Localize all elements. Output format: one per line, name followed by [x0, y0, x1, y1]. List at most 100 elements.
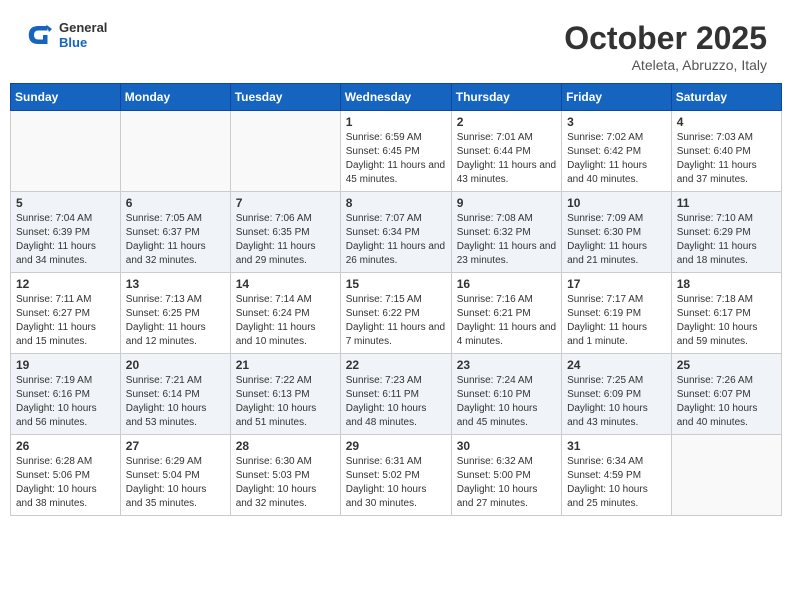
weekday-header: Saturday — [671, 84, 781, 111]
day-number: 29 — [346, 439, 446, 453]
calendar-day-cell: 13Sunrise: 7:13 AM Sunset: 6:25 PM Dayli… — [120, 273, 230, 354]
day-number: 28 — [236, 439, 335, 453]
day-number: 9 — [457, 196, 556, 210]
calendar-day-cell: 23 Sunrise: 7:24 AM Sunset: 6:10 PM Dayli… — [451, 354, 561, 435]
calendar-week-row: 26Sunrise: 6:28 AM Sunset: 5:06 PM Dayli… — [11, 435, 782, 516]
day-info: Sunrise: 7:19 AM Sunset: 6:16 PM Dayligh… — [16, 374, 115, 430]
day-number: 15 — [346, 277, 446, 291]
calendar-day-cell: 5 Sunrise: 7:04 AM Sunset: 6:39 PM Daylig… — [11, 192, 121, 273]
day-info: Sunrise: 7:03 AM Sunset: 6:40 PM Dayligh… — [677, 131, 776, 187]
weekday-header: Wednesday — [340, 84, 451, 111]
day-number: 14 — [236, 277, 335, 291]
day-info: Sunrise: 7:18 AM Sunset: 6:17 PM Dayligh… — [677, 293, 776, 349]
calendar-day-cell — [120, 111, 230, 192]
calendar-day-cell: 26Sunrise: 6:28 AM Sunset: 5:06 PM Dayli… — [11, 435, 121, 516]
day-info: Sunrise: 7:25 AM Sunset: 6:09 PM Dayligh… — [567, 374, 666, 430]
calendar-day-cell: 10 Sunrise: 7:09 AM Sunset: 6:30 PM Dayli… — [562, 192, 672, 273]
logo-text: General Blue — [59, 20, 107, 50]
calendar-week-row: 12Sunrise: 7:11 AM Sunset: 6:27 PM Dayli… — [11, 273, 782, 354]
day-info: Sunrise: 7:10 AM Sunset: 6:29 PM Dayligh… — [677, 212, 776, 268]
calendar-day-cell — [230, 111, 340, 192]
month-title: October 2025 — [564, 20, 767, 57]
day-info: Sunrise: 7:15 AM Sunset: 6:22 PM Dayligh… — [346, 293, 446, 349]
day-info: Sunrise: 6:29 AM Sunset: 5:04 PM Dayligh… — [126, 455, 225, 511]
title-block: October 2025 Ateleta, Abruzzo, Italy — [564, 20, 767, 73]
calendar-day-cell: 24Sunrise: 7:25 AM Sunset: 6:09 PM Dayli… — [562, 354, 672, 435]
day-info: Sunrise: 6:32 AM Sunset: 5:00 PM Dayligh… — [457, 455, 556, 511]
day-info: Sunrise: 6:59 AM Sunset: 6:45 PM Dayligh… — [346, 131, 446, 187]
calendar-body: 1 Sunrise: 6:59 AM Sunset: 6:45 PM Daylig… — [11, 111, 782, 516]
calendar-day-cell: 18Sunrise: 7:18 AM Sunset: 6:17 PM Dayli… — [671, 273, 781, 354]
day-info: Sunrise: 7:14 AM Sunset: 6:24 PM Dayligh… — [236, 293, 335, 349]
calendar-day-cell: 17Sunrise: 7:17 AM Sunset: 6:19 PM Dayli… — [562, 273, 672, 354]
day-number: 19 — [16, 358, 115, 372]
day-info: Sunrise: 7:21 AM Sunset: 6:14 PM Dayligh… — [126, 374, 225, 430]
weekday-header: Sunday — [11, 84, 121, 111]
day-number: 7 — [236, 196, 335, 210]
logo-general-text: General — [59, 20, 107, 35]
day-info: Sunrise: 6:31 AM Sunset: 5:02 PM Dayligh… — [346, 455, 446, 511]
calendar-day-cell: 9 Sunrise: 7:08 AM Sunset: 6:32 PM Daylig… — [451, 192, 561, 273]
day-info: Sunrise: 7:17 AM Sunset: 6:19 PM Dayligh… — [567, 293, 666, 349]
logo-icon — [25, 20, 55, 50]
calendar-table: SundayMondayTuesdayWednesdayThursdayFrid… — [10, 83, 782, 516]
calendar-day-cell: 31Sunrise: 6:34 AM Sunset: 4:59 PM Dayli… — [562, 435, 672, 516]
day-number: 4 — [677, 115, 776, 129]
day-info: Sunrise: 6:30 AM Sunset: 5:03 PM Dayligh… — [236, 455, 335, 511]
calendar-day-cell: 21Sunrise: 7:22 AM Sunset: 6:13 PM Dayli… — [230, 354, 340, 435]
logo: General Blue — [25, 20, 107, 50]
calendar-day-cell: 20 Sunrise: 7:21 AM Sunset: 6:14 PM Dayli… — [120, 354, 230, 435]
day-info: Sunrise: 7:26 AM Sunset: 6:07 PM Dayligh… — [677, 374, 776, 430]
calendar-day-cell: 22 Sunrise: 7:23 AM Sunset: 6:11 PM Dayli… — [340, 354, 451, 435]
day-info: Sunrise: 7:09 AM Sunset: 6:30 PM Dayligh… — [567, 212, 666, 268]
day-number: 22 — [346, 358, 446, 372]
calendar-day-cell: 28 Sunrise: 6:30 AM Sunset: 5:03 PM Dayli… — [230, 435, 340, 516]
day-number: 10 — [567, 196, 666, 210]
calendar-day-cell: 12Sunrise: 7:11 AM Sunset: 6:27 PM Dayli… — [11, 273, 121, 354]
day-info: Sunrise: 6:34 AM Sunset: 4:59 PM Dayligh… — [567, 455, 666, 511]
day-info: Sunrise: 7:08 AM Sunset: 6:32 PM Dayligh… — [457, 212, 556, 268]
calendar-day-cell: 14 Sunrise: 7:14 AM Sunset: 6:24 PM Dayli… — [230, 273, 340, 354]
day-info: Sunrise: 7:16 AM Sunset: 6:21 PM Dayligh… — [457, 293, 556, 349]
day-info: Sunrise: 7:23 AM Sunset: 6:11 PM Dayligh… — [346, 374, 446, 430]
day-number: 23 — [457, 358, 556, 372]
day-number: 20 — [126, 358, 225, 372]
weekday-header: Monday — [120, 84, 230, 111]
day-number: 30 — [457, 439, 556, 453]
calendar-week-row: 1 Sunrise: 6:59 AM Sunset: 6:45 PM Daylig… — [11, 111, 782, 192]
day-number: 6 — [126, 196, 225, 210]
weekday-header: Friday — [562, 84, 672, 111]
day-info: Sunrise: 7:05 AM Sunset: 6:37 PM Dayligh… — [126, 212, 225, 268]
calendar-day-cell — [11, 111, 121, 192]
day-number: 27 — [126, 439, 225, 453]
calendar-day-cell: 27 Sunrise: 6:29 AM Sunset: 5:04 PM Dayli… — [120, 435, 230, 516]
day-info: Sunrise: 7:11 AM Sunset: 6:27 PM Dayligh… — [16, 293, 115, 349]
weekday-header: Thursday — [451, 84, 561, 111]
calendar-day-cell: 2Sunrise: 7:01 AM Sunset: 6:44 PM Daylig… — [451, 111, 561, 192]
day-info: Sunrise: 7:13 AM Sunset: 6:25 PM Dayligh… — [126, 293, 225, 349]
calendar-day-cell: 8Sunrise: 7:07 AM Sunset: 6:34 PM Daylig… — [340, 192, 451, 273]
calendar-day-cell: 7 Sunrise: 7:06 AM Sunset: 6:35 PM Daylig… — [230, 192, 340, 273]
calendar-day-cell: 4 Sunrise: 7:03 AM Sunset: 6:40 PM Daylig… — [671, 111, 781, 192]
day-info: Sunrise: 7:24 AM Sunset: 6:10 PM Dayligh… — [457, 374, 556, 430]
day-info: Sunrise: 7:01 AM Sunset: 6:44 PM Dayligh… — [457, 131, 556, 187]
page-header: General Blue October 2025 Ateleta, Abruz… — [10, 10, 782, 78]
calendar-day-cell — [671, 435, 781, 516]
calendar-day-cell: 3Sunrise: 7:02 AM Sunset: 6:42 PM Daylig… — [562, 111, 672, 192]
day-info: Sunrise: 7:04 AM Sunset: 6:39 PM Dayligh… — [16, 212, 115, 268]
calendar-day-cell: 29 Sunrise: 6:31 AM Sunset: 5:02 PM Dayli… — [340, 435, 451, 516]
day-number: 11 — [677, 196, 776, 210]
day-number: 1 — [346, 115, 446, 129]
calendar-day-cell: 30 Sunrise: 6:32 AM Sunset: 5:00 PM Dayli… — [451, 435, 561, 516]
day-number: 26 — [16, 439, 115, 453]
calendar-day-cell: 16Sunrise: 7:16 AM Sunset: 6:21 PM Dayli… — [451, 273, 561, 354]
day-number: 8 — [346, 196, 446, 210]
day-info: Sunrise: 7:06 AM Sunset: 6:35 PM Dayligh… — [236, 212, 335, 268]
logo-blue-text: Blue — [59, 35, 107, 50]
calendar-header-row: SundayMondayTuesdayWednesdayThursdayFrid… — [11, 84, 782, 111]
calendar-week-row: 19 Sunrise: 7:19 AM Sunset: 6:16 PM Dayli… — [11, 354, 782, 435]
calendar-week-row: 5 Sunrise: 7:04 AM Sunset: 6:39 PM Daylig… — [11, 192, 782, 273]
calendar-day-cell: 6 Sunrise: 7:05 AM Sunset: 6:37 PM Daylig… — [120, 192, 230, 273]
day-number: 5 — [16, 196, 115, 210]
location-text: Ateleta, Abruzzo, Italy — [564, 57, 767, 73]
